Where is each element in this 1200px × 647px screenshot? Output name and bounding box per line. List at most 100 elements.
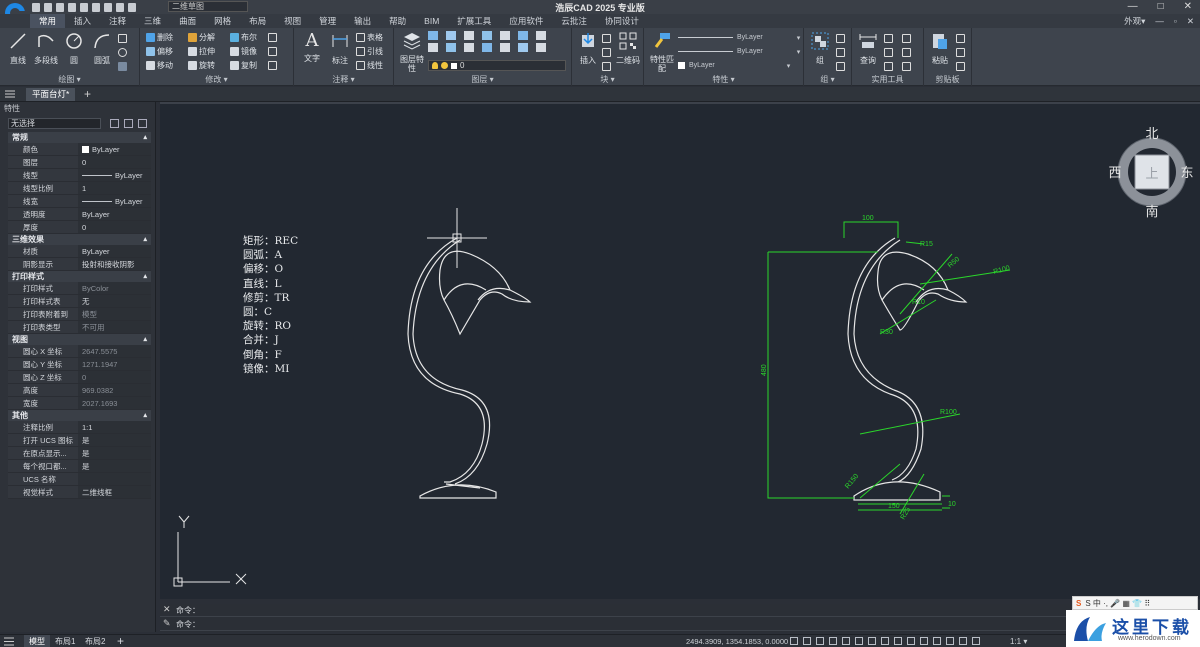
query-button[interactable]: 查询 — [854, 31, 882, 66]
group-edit-tool[interactable] — [836, 46, 845, 58]
property-row[interactable]: 打印表类型 不可用 — [8, 321, 151, 334]
layer-tool-icon[interactable] — [482, 43, 492, 52]
select-tool[interactable] — [884, 60, 893, 72]
layer-tool-icon[interactable] — [482, 31, 492, 40]
layer-tool-icon[interactable] — [518, 31, 528, 40]
tab-document[interactable]: 平面台灯* — [26, 88, 76, 101]
property-value[interactable]: ByLayer — [78, 208, 151, 220]
tab-surface[interactable]: 曲面 — [170, 14, 205, 28]
property-row[interactable]: 打印样式表无 — [8, 295, 151, 308]
property-row[interactable]: UCS 名称 — [8, 473, 151, 486]
boolean-button[interactable]: 布尔 — [230, 31, 257, 43]
tab-home[interactable]: 常用 — [30, 14, 66, 28]
calc-tool[interactable] — [902, 32, 911, 44]
tab-mesh[interactable]: 网格 — [205, 14, 240, 28]
property-value[interactable]: 模型 — [78, 308, 151, 320]
workspace-icon[interactable] — [933, 637, 941, 645]
ellipse-tool[interactable] — [118, 46, 127, 58]
tab-layout[interactable]: 布局 — [240, 14, 275, 28]
mirror-button[interactable]: 镜像 — [230, 45, 257, 57]
property-value[interactable]: 不可用 — [78, 321, 151, 333]
property-value[interactable] — [78, 473, 151, 485]
property-value[interactable]: ByLayer — [78, 195, 151, 207]
snap-icon[interactable] — [803, 637, 811, 645]
close-icon[interactable]: ✕ — [163, 604, 171, 615]
property-row[interactable]: 阴影显示 投射和接收阴影 — [8, 258, 151, 271]
erase-button[interactable]: 删除 — [146, 31, 173, 43]
rectangle-tool[interactable] — [118, 32, 127, 44]
quick-select-icon[interactable] — [124, 119, 133, 128]
close-button[interactable]: ✕ — [1184, 1, 1192, 12]
collapse-caret-icon[interactable]: ▴ — [143, 132, 147, 143]
layer-tool-icon[interactable] — [500, 31, 510, 40]
annotation-scale[interactable]: 1:1 ▾ — [1010, 635, 1027, 647]
property-value[interactable]: 969.0382 — [78, 384, 151, 396]
property-value[interactable]: 1 — [78, 182, 151, 194]
property-value[interactable]: 是 — [78, 447, 151, 459]
ribbon-close-button[interactable]: ✕ — [1187, 14, 1194, 28]
clean-screen-icon[interactable] — [972, 637, 980, 645]
property-value[interactable]: 1:1 — [78, 421, 151, 433]
copy-clip-tool[interactable] — [956, 46, 965, 58]
ime-toolbar[interactable]: S S 中 ·, 🎤 ▦ 👕 ⠿ — [1072, 596, 1198, 610]
hatch-tool[interactable] — [118, 60, 127, 72]
maximize-button[interactable]: □ — [1158, 1, 1164, 12]
new-tab-button[interactable]: + — [84, 87, 91, 101]
view-cube[interactable]: 上 北 南 东 西 — [1108, 127, 1193, 220]
linear-button[interactable]: 线性 — [356, 59, 383, 71]
transparency-icon[interactable] — [894, 637, 902, 645]
property-value[interactable]: 2647.5575 — [78, 345, 151, 357]
viewcube-east-label[interactable]: 东 — [1180, 166, 1193, 181]
tab-help[interactable]: 帮助 — [380, 14, 415, 28]
section-header[interactable]: 三维效果 ▴ — [8, 234, 151, 245]
property-value[interactable]: 0 — [78, 371, 151, 383]
trim-tool[interactable] — [268, 45, 277, 57]
layer-tool-icon[interactable] — [428, 31, 438, 40]
property-row[interactable]: 注释比例 1:1 — [8, 421, 151, 434]
appearance-button[interactable]: 外观▾ — [1124, 14, 1145, 28]
property-value[interactable]: 0 — [78, 156, 151, 168]
ribbon-restore-button[interactable]: ▫ — [1174, 14, 1177, 28]
tab-apps[interactable]: 应用软件 — [500, 14, 552, 28]
viewcube-top-label[interactable]: 上 — [1145, 167, 1158, 182]
property-row[interactable]: 圆心 Y 坐标 1271.1947 — [8, 358, 151, 371]
osnap-icon[interactable] — [842, 637, 850, 645]
text-button[interactable]: A 文字 — [298, 31, 326, 64]
property-row[interactable]: 厚度 0 — [8, 221, 151, 234]
measure-tool[interactable] — [884, 32, 893, 44]
collapse-caret-icon[interactable]: ▴ — [143, 271, 147, 282]
layer-tool-icon[interactable] — [428, 43, 438, 52]
id-tool[interactable] — [902, 46, 911, 58]
tab-collaboration[interactable]: 协同设计 — [596, 14, 648, 28]
property-value[interactable]: 0 — [78, 221, 151, 233]
explode-button[interactable]: 分解 — [188, 31, 215, 43]
layer-dropdown[interactable]: 0 — [428, 60, 566, 71]
layer-tool-icon[interactable] — [446, 43, 456, 52]
offset-button[interactable]: 偏移 — [146, 45, 173, 57]
selection-dropdown[interactable]: 无选择 — [8, 118, 101, 129]
polar-icon[interactable] — [829, 637, 837, 645]
lineweight-dropdown[interactable]: ByLayer ▾ — [678, 60, 790, 71]
minimize-button[interactable]: — — [1128, 1, 1138, 12]
fillet-tool[interactable] — [268, 31, 277, 43]
property-value[interactable]: ByColor — [78, 282, 151, 294]
property-value[interactable]: ByLayer — [78, 245, 151, 257]
otrack-icon[interactable] — [855, 637, 863, 645]
layer-tool-icon[interactable] — [536, 43, 546, 52]
line-button[interactable]: 直线 — [4, 31, 32, 66]
layer-tool-icon[interactable] — [464, 31, 474, 40]
property-row[interactable]: 打开 UCS 图标是 — [8, 434, 151, 447]
block-edit-tool[interactable] — [602, 46, 611, 58]
hardware-icon[interactable] — [959, 637, 967, 645]
section-header[interactable]: 常规 ▴ — [8, 132, 151, 143]
layer-tool-icon[interactable] — [536, 31, 546, 40]
property-value[interactable]: 是 — [78, 434, 151, 446]
tab-output[interactable]: 输出 — [345, 14, 380, 28]
tab-extensions[interactable]: 扩展工具 — [448, 14, 500, 28]
property-value[interactable]: ByLayer — [78, 143, 151, 155]
property-row[interactable]: 线宽 ByLayer — [8, 195, 151, 208]
wrench-icon[interactable]: ✎ — [163, 618, 171, 629]
property-value[interactable]: 无 — [78, 295, 151, 307]
dyn-icon[interactable] — [868, 637, 876, 645]
block-attr-tool[interactable] — [602, 60, 611, 72]
